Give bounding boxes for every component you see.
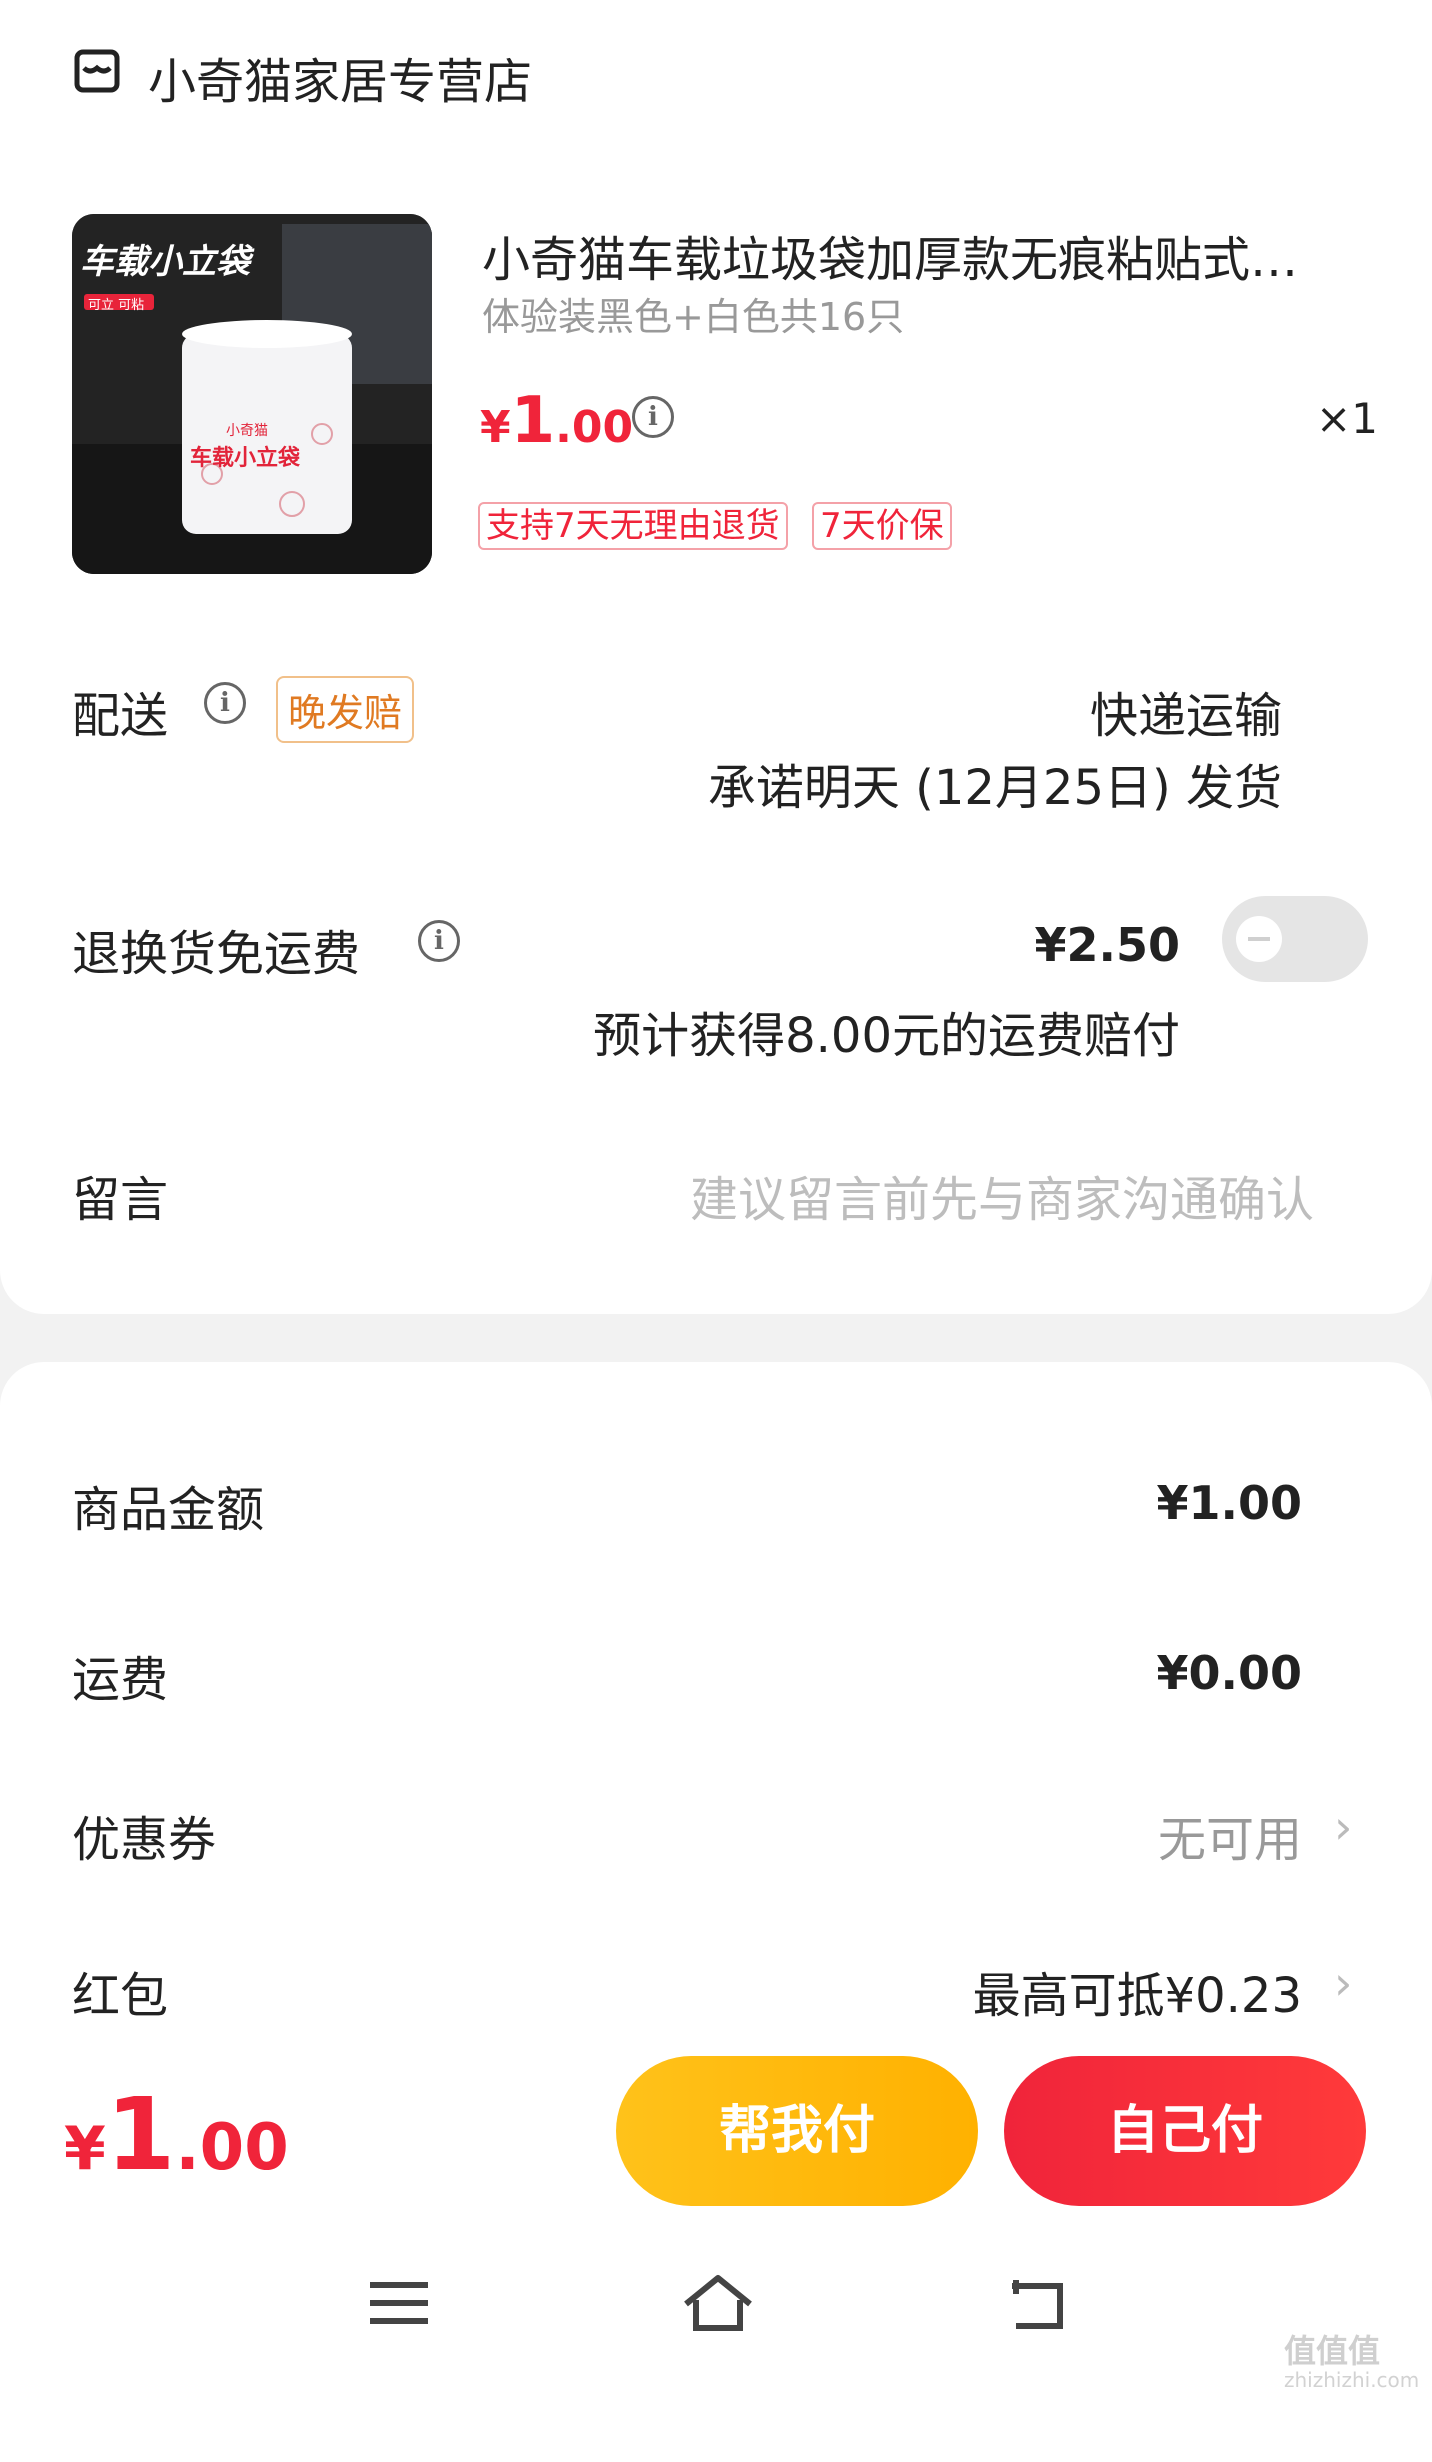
total-price: ¥1.00 bbox=[64, 2076, 289, 2193]
watermark-url: zhizhizhi.com bbox=[1284, 2368, 1420, 2392]
store-name[interactable]: 小奇猫家居专营店 bbox=[148, 42, 532, 112]
return-policy-tag: 支持7天无理由退货 bbox=[478, 502, 788, 550]
menu-icon[interactable] bbox=[366, 2270, 432, 2340]
quantity: ×1 bbox=[1316, 394, 1378, 443]
return-shipping-note: 预计获得8.00元的运费赔付 bbox=[593, 1008, 1180, 1064]
price-info-icon[interactable]: i bbox=[632, 396, 674, 438]
delivery-label: 配送 bbox=[72, 688, 169, 744]
redpacket-chevron-icon[interactable]: › bbox=[1334, 1956, 1352, 2010]
delivery-info-icon[interactable]: i bbox=[204, 682, 246, 724]
delivery-promise: 承诺明天 (12月25日) 发货 bbox=[707, 760, 1282, 816]
watermark: 值值值 bbox=[1284, 2332, 1381, 2370]
self-pay-button[interactable]: 自己付 bbox=[1004, 2056, 1366, 2206]
coupon-chevron-icon[interactable]: › bbox=[1334, 1800, 1352, 1854]
store-icon[interactable] bbox=[74, 48, 120, 94]
message-input[interactable]: 建议留言前先与商家沟通确认 bbox=[690, 1160, 1314, 1230]
return-shipping-info-icon[interactable]: i bbox=[418, 920, 460, 962]
late-compensation-badge: 晚发赔 bbox=[276, 676, 415, 743]
return-shipping-price: ¥2.50 bbox=[1034, 918, 1180, 972]
redpacket-value[interactable]: 最高可抵¥0.23 bbox=[973, 1956, 1302, 2026]
item-price: ¥1.00 bbox=[480, 384, 634, 458]
message-label: 留言 bbox=[72, 1172, 169, 1228]
coupon-value[interactable]: 无可用 bbox=[1158, 1800, 1302, 1870]
image-badge: 可立 可粘 bbox=[88, 298, 145, 313]
product-image[interactable]: 车载小立袋 可立 可粘 小奇猫 车载小立袋 bbox=[72, 214, 432, 574]
price-protect-tag: 7天价保 bbox=[812, 502, 952, 550]
redpacket-label: 红包 bbox=[72, 1968, 169, 2024]
order-card bbox=[0, 0, 1432, 1314]
freight-value: ¥0.00 bbox=[1156, 1646, 1302, 1700]
goods-amount-value: ¥1.00 bbox=[1156, 1476, 1302, 1530]
product-title[interactable]: 小奇猫车载垃圾袋加厚款无痕粘贴式… bbox=[482, 220, 1362, 290]
help-pay-button[interactable]: 帮我付 bbox=[616, 2056, 978, 2206]
product-spec[interactable]: 体验装黑色+白色共16只 bbox=[482, 286, 904, 341]
freight-label: 运费 bbox=[72, 1652, 169, 1708]
image-caption: 车载小立袋 bbox=[80, 242, 250, 282]
return-shipping-toggle[interactable] bbox=[1222, 896, 1368, 982]
back-icon[interactable] bbox=[1002, 2270, 1072, 2340]
toggle-knob bbox=[1236, 916, 1282, 962]
coupon-label: 优惠券 bbox=[72, 1812, 217, 1868]
image-bag-text: 车载小立袋 bbox=[190, 446, 301, 471]
image-brand: 小奇猫 bbox=[226, 423, 268, 439]
home-icon[interactable] bbox=[678, 2270, 758, 2340]
return-shipping-label: 退换货免运费 bbox=[72, 926, 361, 982]
delivery-method[interactable]: 快递运输 bbox=[1090, 676, 1282, 746]
goods-amount-label: 商品金额 bbox=[72, 1482, 265, 1538]
